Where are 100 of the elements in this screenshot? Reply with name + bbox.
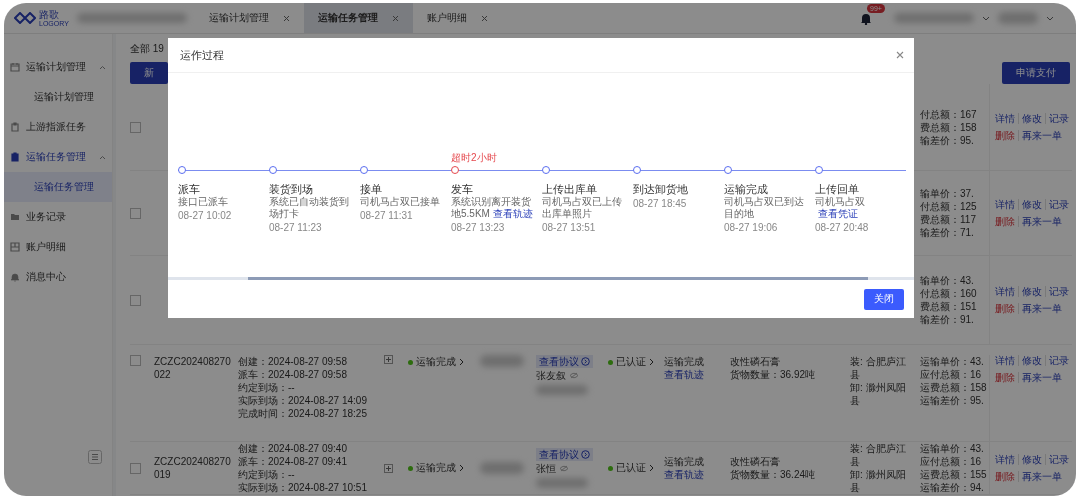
step-title: 发车 [451,182,473,196]
redacted-text [536,385,588,395]
status-link[interactable]: 运输完成 [416,355,456,369]
time-entry: 派车：2024-08-27 09:58 [238,368,347,381]
step-title: 到达卸货地 [633,182,688,196]
price-entry: 费总额：117 [920,213,976,226]
action-link[interactable]: 删除 [995,130,1019,141]
price-entry: 运费总额：158 [920,381,987,394]
action-link[interactable]: 记录 [1046,199,1072,210]
caret-icon[interactable] [1046,15,1054,21]
step-time: 08-27 13:23 [451,221,505,235]
action-link[interactable]: 详情 [995,355,1019,366]
agreement-link[interactable]: 查看协议 [536,355,593,368]
certification-link[interactable]: 已认证 [616,355,646,369]
time-entry: 完成时间：2024-08-27 18:25 [238,407,367,420]
overdue-warning: 超时2小时 [451,151,497,164]
close-icon[interactable] [480,14,488,22]
tab[interactable]: 运输任务管理 [303,3,413,33]
step-time: 08-27 20:48 [815,221,869,235]
goods-quantity: 货物数量：36.24吨 [730,468,816,481]
chevron-icon[interactable] [649,358,654,366]
driver-name: 张友叙 [536,369,566,383]
action-link[interactable]: 删除 [995,303,1019,314]
sidebar-item[interactable]: 消息中心 [4,262,112,292]
step-description: 系统识别离开装货地5.5KM 查看轨迹 [451,196,534,220]
action-link[interactable]: 修改 [1019,355,1046,366]
action-link[interactable]: 再来一单 [1019,303,1065,314]
menu-item-icon [10,242,20,252]
price-entry: 输差价：71. [920,226,974,239]
step-title: 运输完成 [724,182,768,196]
action-link[interactable]: 详情 [995,454,1019,465]
caret-icon[interactable] [99,64,106,70]
tab[interactable]: 账户明细 [412,3,502,33]
track-link[interactable]: 查看轨迹 [664,468,704,481]
action-link[interactable]: 再来一单 [1019,372,1065,383]
chevron-icon[interactable] [459,464,464,472]
logo-icon [14,12,36,24]
time-entry: 实际到场：2024-08-27 10:51 [238,481,367,494]
certification-link[interactable]: 已认证 [616,461,646,475]
action-link[interactable]: 修改 [1019,454,1046,465]
pay-button[interactable]: 申请支付 [1002,62,1070,84]
action-link[interactable]: 再来一单 [1019,130,1065,141]
bell-icon[interactable] [860,11,872,25]
sidebar-item[interactable]: 业务记录 [4,202,112,232]
agreement-link[interactable]: 查看协议 [536,448,593,461]
loading-place: 装: 合肥庐江县 [850,355,907,381]
price-entry: 付总额：167 [920,107,977,121]
step-description: 系统已自动装货到场打卡 [269,196,350,220]
caret-icon[interactable] [982,15,990,21]
close-button[interactable]: 关闭 [864,288,904,310]
action-link[interactable]: 修改 [1019,286,1046,297]
row-checkbox[interactable] [130,121,141,133]
sidebar-item[interactable]: 账户明细 [4,232,112,262]
action-link[interactable]: 再来一单 [1019,471,1065,482]
action-link[interactable]: 详情 [995,199,1019,210]
eye-slash-icon[interactable] [569,372,579,379]
chevron-icon[interactable] [649,464,654,472]
action-link[interactable]: 记录 [1046,113,1072,124]
horizontal-scrollbar[interactable] [168,277,914,280]
plus-icon[interactable] [384,463,393,473]
action-link[interactable]: 记录 [1046,355,1072,366]
action-link[interactable]: 详情 [995,286,1019,297]
time-entry: 创建：2024-08-27 09:40 [238,442,347,455]
collapse-icon[interactable] [88,450,102,464]
action-link[interactable]: 删除 [995,471,1019,482]
row-checkbox[interactable] [130,462,141,474]
close-icon[interactable] [896,51,904,59]
action-link[interactable]: 再来一单 [1019,216,1065,227]
action-link[interactable]: 修改 [1019,113,1046,124]
sidebar-item[interactable]: 运输计划管理 [4,52,112,82]
new-button[interactable]: 新 [130,62,168,84]
tab[interactable]: 运输计划管理 [194,3,304,33]
row-checkbox[interactable] [130,294,141,306]
action-link[interactable]: 删除 [995,372,1019,383]
track-link[interactable]: 查看轨迹 [664,368,704,381]
action-link[interactable]: 详情 [995,113,1019,124]
goods-name: 改性磷石膏 [730,355,780,368]
close-icon[interactable] [282,14,290,22]
goods-name: 改性磷石膏 [730,455,780,468]
caret-icon[interactable] [99,154,106,160]
row-checkbox[interactable] [130,207,141,219]
eye-slash-icon[interactable] [559,465,569,472]
action-link[interactable]: 删除 [995,216,1019,227]
step-description: 司机马占双已到达目的地 [724,196,805,220]
plus-icon[interactable] [384,355,393,364]
sidebar-item[interactable]: 上游指派任务 [4,112,112,142]
chevron-icon[interactable] [459,358,464,366]
row-checkbox[interactable] [130,355,141,366]
status-link[interactable]: 运输完成 [416,461,456,475]
step-link[interactable]: 查看凭证 [818,208,858,219]
step-link[interactable]: 查看轨迹 [492,208,533,219]
action-link[interactable]: 修改 [1019,199,1046,210]
menu-item-icon [10,272,20,282]
step-title: 装货到场 [269,182,313,196]
sidebar-item[interactable]: 运输任务管理 [4,142,112,172]
action-link[interactable]: 记录 [1046,286,1072,297]
action-link[interactable]: 记录 [1046,454,1072,465]
sidebar-subitem[interactable]: 运输任务管理 [4,172,112,202]
sidebar-subitem[interactable]: 运输计划管理 [4,82,112,112]
close-icon[interactable] [391,14,399,22]
